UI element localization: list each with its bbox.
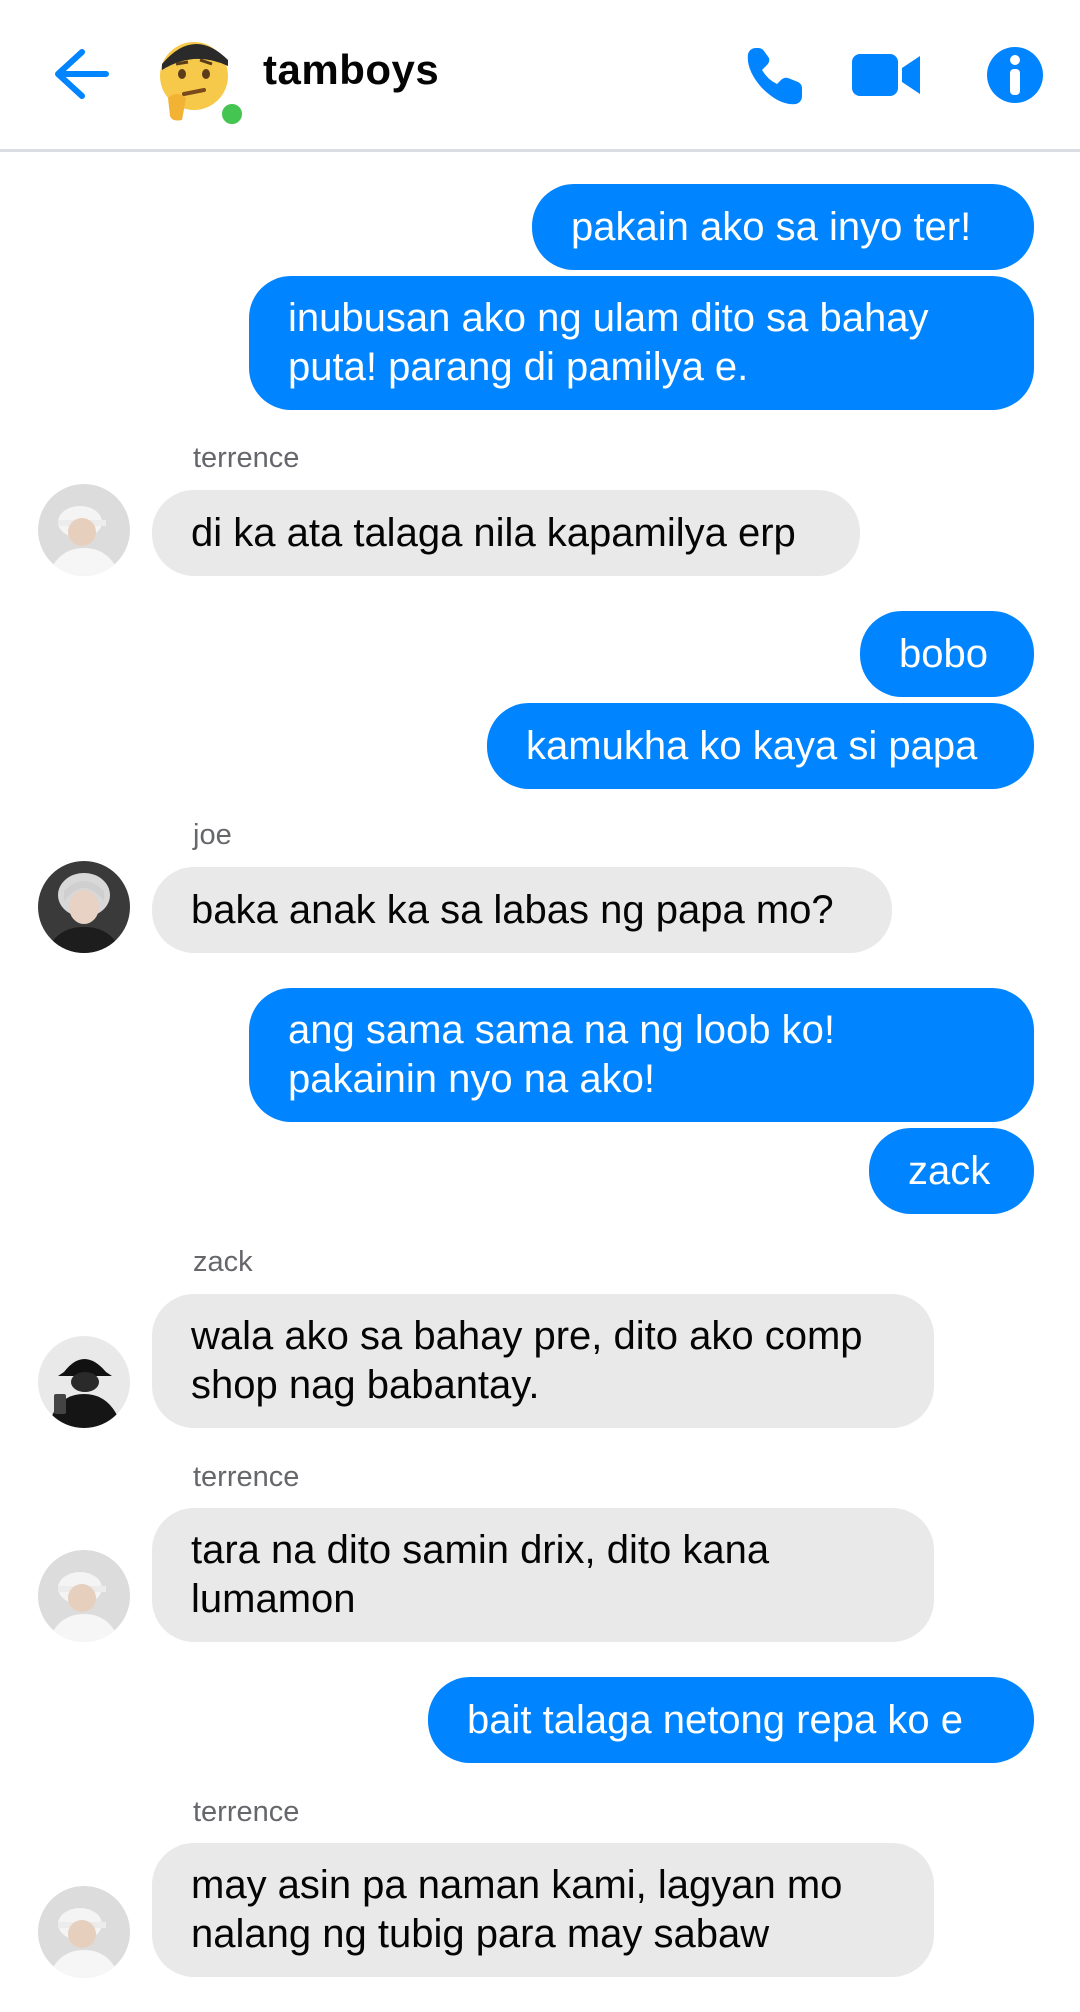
profile-photo-icon [38, 1886, 130, 1978]
sender-name: zack [193, 1246, 253, 1278]
message-bubble-outgoing[interactable]: ang sama sama na ng loob ko! pakainin ny… [249, 988, 1034, 1122]
message-text: wala ako sa bahay pre, dito ako comp sho… [191, 1314, 863, 1407]
message-text: tara na dito samin drix, dito kana lumam… [191, 1528, 770, 1621]
message-bubble-incoming[interactable]: di ka ata talaga nila kapamilya erp [152, 490, 860, 576]
sender-name: terrence [193, 1796, 300, 1828]
back-arrow-icon [55, 49, 109, 99]
back-button[interactable] [48, 42, 112, 106]
message-bubble-incoming[interactable]: baka anak ka sa labas ng papa mo? [152, 867, 892, 953]
avatar-terrence[interactable] [38, 1886, 130, 1978]
avatar-terrence[interactable] [38, 484, 130, 576]
group-avatar[interactable] [150, 24, 246, 128]
thinking-emoji-cap-avatar [160, 42, 246, 128]
message-text: kamukha ko kaya si papa [526, 723, 978, 768]
profile-photo-icon [38, 1550, 130, 1642]
message-text: baka anak ka sa labas ng papa mo? [191, 887, 834, 932]
message-bubble-outgoing[interactable]: pakain ako sa inyo ter! [532, 184, 1034, 270]
conversation-info-button[interactable] [980, 40, 1050, 110]
message-text: may asin pa naman kami, lagyan mo nalang… [191, 1863, 843, 1956]
message-text: di ka ata talaga nila kapamilya erp [191, 510, 796, 555]
avatar-terrence[interactable] [38, 1550, 130, 1642]
message-text: pakain ako sa inyo ter! [571, 204, 972, 249]
message-bubble-outgoing[interactable]: inubusan ako ng ulam dito sa bahay puta!… [249, 276, 1034, 410]
message-bubble-outgoing[interactable]: kamukha ko kaya si papa [487, 703, 1034, 789]
chat-header: tamboys [0, 0, 1080, 152]
conversation-title: tamboys [263, 46, 440, 93]
phone-icon [747, 48, 802, 105]
sender-name: joe [193, 819, 232, 851]
profile-photo-icon [38, 1336, 130, 1428]
video-camera-icon [852, 54, 920, 96]
video-call-button[interactable] [852, 40, 922, 110]
message-bubble-incoming[interactable]: tara na dito samin drix, dito kana lumam… [152, 1508, 934, 1642]
message-text: ang sama sama na ng loob ko! pakainin ny… [288, 1008, 836, 1101]
avatar-joe[interactable] [38, 861, 130, 953]
message-text: zack [908, 1148, 991, 1193]
avatar-zack[interactable] [38, 1336, 130, 1428]
message-text: bait talaga netong repa ko e [467, 1697, 963, 1742]
message-text: inubusan ako ng ulam dito sa bahay puta!… [288, 296, 929, 389]
message-text: bobo [899, 631, 988, 676]
profile-photo-icon [38, 484, 130, 576]
message-bubble-outgoing[interactable]: bobo [860, 611, 1034, 697]
message-bubble-incoming[interactable]: may asin pa naman kami, lagyan mo nalang… [152, 1843, 934, 1977]
message-bubble-outgoing[interactable]: bait talaga netong repa ko e [428, 1677, 1034, 1763]
profile-photo-icon [38, 861, 130, 953]
message-bubble-outgoing[interactable]: zack [869, 1128, 1034, 1214]
call-button[interactable] [740, 40, 810, 110]
message-bubble-incoming[interactable]: wala ako sa bahay pre, dito ako comp sho… [152, 1294, 934, 1428]
info-icon [987, 47, 1043, 103]
sender-name: terrence [193, 442, 300, 474]
sender-name: terrence [193, 1461, 300, 1493]
